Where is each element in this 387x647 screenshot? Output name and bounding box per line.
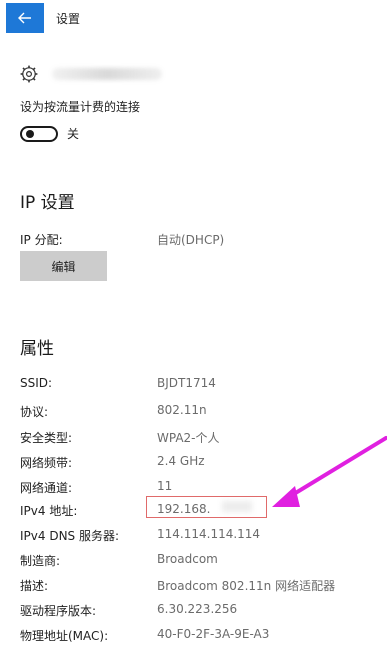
network-channel-value: 11 [157, 479, 173, 493]
title-bar: 设置 [0, 0, 387, 34]
security-type-value: WPA2-个人 [157, 431, 220, 445]
metered-toggle[interactable] [20, 125, 58, 142]
properties-heading: 属性 [20, 339, 54, 359]
window-title: 设置 [56, 12, 81, 26]
description-value: Broadcom 802.11n 网络适配器 [157, 579, 336, 593]
driver-version-label: 驱动程序版本: [20, 604, 97, 618]
ssid-label: SSID: [20, 376, 53, 390]
manufacturer-value: Broadcom [157, 552, 218, 566]
ip-assignment-value: 自动(DHCP) [157, 233, 225, 247]
ipv4-dns-value: 114.114.114.114 [157, 527, 261, 541]
network-name-row [20, 62, 162, 86]
toggle-knob [26, 129, 34, 138]
metered-connection-label: 设为按流量计费的连接 [20, 100, 141, 114]
metered-toggle-row: 关 [20, 125, 79, 142]
mac-address-value: 40-F0-2F-3A-9E-A3 [157, 627, 270, 641]
driver-version-value: 6.30.223.256 [157, 602, 238, 616]
redacted-network-name [52, 68, 162, 80]
ssid-value: BJDT1714 [157, 376, 216, 390]
ip-highlight-box [146, 496, 267, 518]
ip-assignment-label: IP 分配: [20, 233, 63, 247]
toggle-state-label: 关 [67, 127, 80, 141]
mac-address-label: 物理地址(MAC): [20, 629, 109, 643]
protocol-value: 802.11n [157, 403, 207, 417]
protocol-label: 协议: [20, 405, 49, 419]
gear-icon [20, 65, 38, 83]
manufacturer-label: 制造商: [20, 554, 61, 568]
back-button[interactable] [6, 3, 44, 33]
ipv4-dns-label: IPv4 DNS 服务器: [20, 529, 120, 543]
network-band-label: 网络频带: [20, 456, 73, 470]
edit-button[interactable]: 编辑 [20, 251, 107, 281]
network-band-value: 2.4 GHz [157, 454, 205, 468]
ip-settings-heading: IP 设置 [20, 193, 75, 213]
ipv4-address-label: IPv4 地址: [20, 504, 78, 518]
security-type-label: 安全类型: [20, 431, 73, 445]
back-arrow-icon [18, 12, 31, 24]
network-channel-label: 网络通道: [20, 481, 73, 495]
description-label: 描述: [20, 579, 49, 593]
